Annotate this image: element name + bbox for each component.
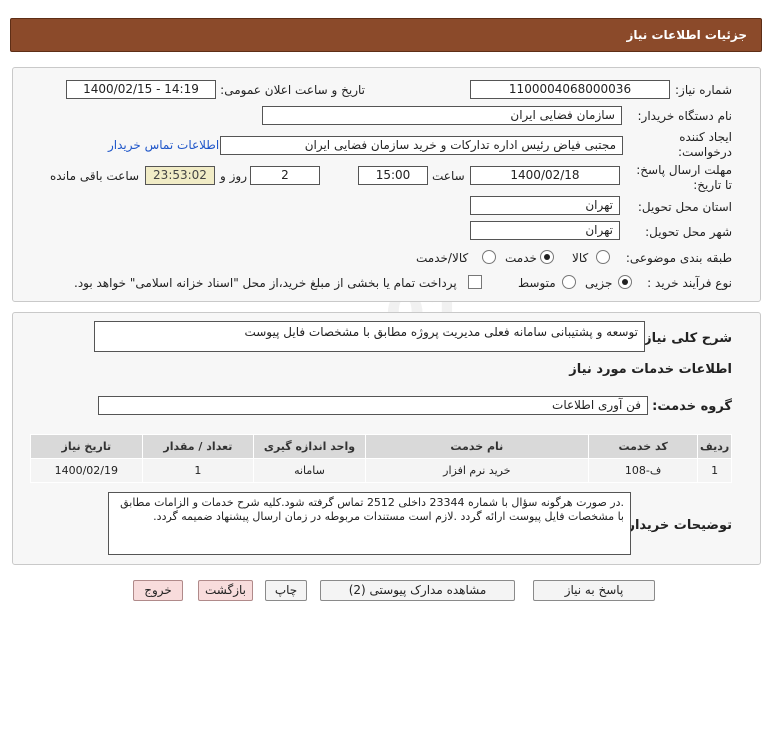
purchase-option-minor: جزیی	[585, 276, 613, 290]
category-option-goods-service: کالا/خدمت	[416, 251, 469, 265]
service-group-field: فن آوری اطلاعات	[98, 396, 648, 415]
category-radio-service[interactable]	[540, 250, 554, 264]
treasury-payment-note: پرداخت تمام یا بخشی از مبلغ خرید،از محل …	[74, 276, 457, 290]
buyer-org-label: نام دستگاه خریدار:	[637, 109, 733, 123]
category-option-goods: کالا	[572, 251, 589, 265]
purchase-option-medium: متوسط	[518, 276, 556, 290]
page-header: جزئیات اطلاعات نیاز	[10, 18, 762, 52]
treasury-payment-checkbox[interactable]	[468, 275, 482, 289]
category-option-service: خدمت	[505, 251, 537, 265]
col-qty-header: تعداد / مقدار	[141, 434, 255, 459]
col-unit-header: واحد اندازه گیری	[253, 434, 366, 459]
cell-row: 1	[697, 458, 732, 483]
col-row-header: ردیف	[697, 434, 732, 459]
back-button[interactable]: بازگشت	[198, 580, 253, 601]
buyer-notes-label: توضیحات خریدار:	[622, 518, 732, 533]
city-label: شهر محل تحویل:	[645, 225, 732, 239]
buyer-org-field: سازمان فضایی ایران	[262, 106, 622, 125]
col-code-header: کد خدمت	[587, 434, 699, 459]
deadline-date-field: 1400/02/18	[470, 166, 620, 185]
purchase-type-label: نوع فرآیند خرید :	[647, 276, 732, 290]
cell-date: 1400/02/19	[30, 458, 143, 483]
deadline-label-line2: تا تاریخ:	[693, 178, 732, 192]
remaining-days-field: 2	[250, 166, 320, 185]
col-name-header: نام خدمت	[364, 434, 589, 459]
announce-datetime-label: تاریخ و ساعت اعلان عمومی:	[220, 83, 365, 97]
remaining-days-label: روز و	[220, 169, 247, 183]
page-title: جزئیات اطلاعات نیاز	[626, 28, 747, 42]
category-label: طبقه بندی موضوعی:	[625, 251, 732, 265]
requester-label-line2: درخواست:	[678, 145, 732, 159]
category-radio-goods-service[interactable]	[482, 250, 496, 264]
category-radio-goods[interactable]	[596, 250, 610, 264]
need-number-label: شماره نیاز:	[675, 83, 732, 97]
reply-button[interactable]: پاسخ به نیاز	[533, 580, 655, 601]
remaining-time-label: ساعت باقی مانده	[50, 169, 140, 183]
service-info-heading: اطلاعات خدمات مورد نیاز	[569, 362, 732, 377]
province-label: استان محل تحویل:	[637, 200, 732, 214]
need-number-field: 1100004068000036	[470, 80, 670, 99]
col-date-header: تاریخ نیاز	[30, 434, 143, 459]
print-button[interactable]: چاپ	[265, 580, 307, 601]
need-summary-label: شرح کلی نیاز:	[638, 331, 732, 346]
table-row: 1 ف-108 خرید نرم افزار سامانه 1 1400/02/…	[30, 458, 732, 483]
announce-datetime-field: 1400/02/15 - 14:19	[66, 80, 216, 99]
view-attachments-button[interactable]: مشاهده مدارک پیوستی (2)	[320, 580, 515, 601]
exit-button[interactable]: خروج	[133, 580, 183, 601]
services-table-header: ردیف کد خدمت نام خدمت واحد اندازه گیری ت…	[30, 434, 732, 459]
purchase-radio-medium[interactable]	[562, 275, 576, 289]
purchase-radio-minor[interactable]	[618, 275, 632, 289]
cell-qty: 1	[141, 458, 255, 483]
service-group-label: گروه خدمت:	[652, 399, 732, 414]
cell-name: خرید نرم افزار	[364, 458, 589, 483]
deadline-time-field: 15:00	[358, 166, 428, 185]
services-table: ردیف کد خدمت نام خدمت واحد اندازه گیری ت…	[30, 434, 732, 483]
remaining-time-field: 23:53:02	[145, 166, 215, 185]
cell-code: ف-108	[587, 458, 699, 483]
province-field: تهران	[470, 196, 620, 215]
city-field: تهران	[470, 221, 620, 240]
requester-field: مجتبی فیاض رئیس اداره تدارکات و خرید ساز…	[220, 136, 623, 155]
deadline-time-label: ساعت	[432, 169, 465, 183]
deadline-label-line1: مهلت ارسال پاسخ:	[636, 163, 732, 177]
buyer-contact-link[interactable]: اطلاعات تماس خریدار	[108, 138, 219, 152]
requester-label-line1: ایجاد کننده	[679, 130, 732, 144]
buyer-notes-field: .در صورت هرگونه سؤال با شماره 23344 داخل…	[108, 492, 631, 555]
need-summary-field: توسعه و پشتیبانی سامانه فعلی مدیریت پروژ…	[94, 321, 645, 352]
cell-unit: سامانه	[253, 458, 366, 483]
